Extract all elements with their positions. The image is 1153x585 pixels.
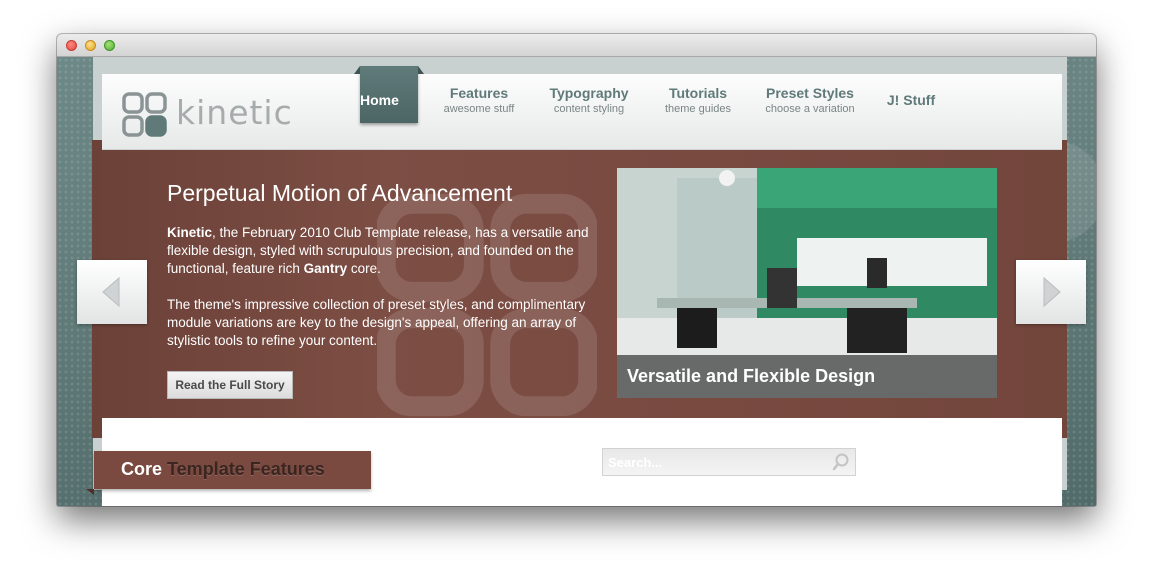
site-header: kinetic Home Features awesome stuff Typo… bbox=[102, 66, 1062, 150]
nav-item-typography[interactable]: Typography content styling bbox=[542, 85, 636, 115]
showcase-image: Versatile and Flexible Design bbox=[617, 168, 997, 398]
nav-item-label: Typography bbox=[549, 85, 629, 101]
next-slide-button[interactable] bbox=[1016, 260, 1086, 324]
section-heading: Core Template Features bbox=[121, 459, 325, 480]
heading-core: Core bbox=[121, 459, 163, 479]
nav-item-preset-styles[interactable]: Preset Styles choose a variation bbox=[758, 85, 862, 115]
gantry-name: Gantry bbox=[303, 261, 348, 276]
read-full-story-button[interactable]: Read the Full Story bbox=[167, 371, 293, 399]
nav-item-tutorials[interactable]: Tutorials theme guides bbox=[660, 85, 736, 115]
image-caption: Versatile and Flexible Design bbox=[617, 355, 997, 398]
heading-rest: Template Features bbox=[162, 459, 325, 479]
close-button[interactable] bbox=[66, 40, 77, 51]
logo-text: kinetic bbox=[176, 93, 293, 132]
nav-item-sublabel: awesome stuff bbox=[443, 103, 515, 115]
nav-item-label: Features bbox=[449, 85, 509, 101]
nav-item-j-stuff[interactable]: J! Stuff bbox=[880, 92, 942, 108]
search-input[interactable] bbox=[602, 448, 856, 476]
showcase-title: Perpetual Motion of Advancement bbox=[167, 180, 513, 206]
nav-item-features[interactable]: Features awesome stuff bbox=[442, 85, 516, 115]
triangle-left-icon bbox=[102, 276, 120, 308]
showcase-description: The theme's impressive collection of pre… bbox=[167, 297, 586, 348]
brand-name: Kinetic bbox=[167, 225, 213, 240]
nav-item-sublabel: content styling bbox=[553, 103, 625, 115]
zoom-button[interactable] bbox=[104, 40, 115, 51]
nav-item-sublabel: theme guides bbox=[664, 103, 732, 115]
nav-item-label: Tutorials bbox=[668, 85, 728, 101]
nav-item-label: J! Stuff bbox=[886, 92, 936, 108]
nav-item-sublabel: choose a variation bbox=[765, 103, 855, 115]
title-bar bbox=[57, 34, 1096, 57]
site-logo[interactable]: kinetic bbox=[122, 83, 312, 137]
caption-text: Versatile and Flexible Design bbox=[627, 366, 876, 386]
showcase-intro: Kinetic, the February 2010 Club Template… bbox=[167, 225, 589, 276]
previous-slide-button[interactable] bbox=[77, 260, 147, 324]
triangle-right-icon bbox=[1043, 276, 1061, 308]
nav-item-home[interactable]: Home bbox=[354, 66, 424, 123]
showcase-panel: Perpetual Motion of Advancement Kinetic,… bbox=[92, 140, 1067, 438]
nav-item-label: Home bbox=[360, 92, 399, 108]
nav-item-label: Preset Styles bbox=[766, 85, 854, 101]
kinetic-logo-icon bbox=[122, 92, 167, 137]
section-heading-ribbon: Core Template Features bbox=[86, 451, 371, 495]
minimize-button[interactable] bbox=[85, 40, 96, 51]
search-icon[interactable] bbox=[832, 453, 850, 471]
